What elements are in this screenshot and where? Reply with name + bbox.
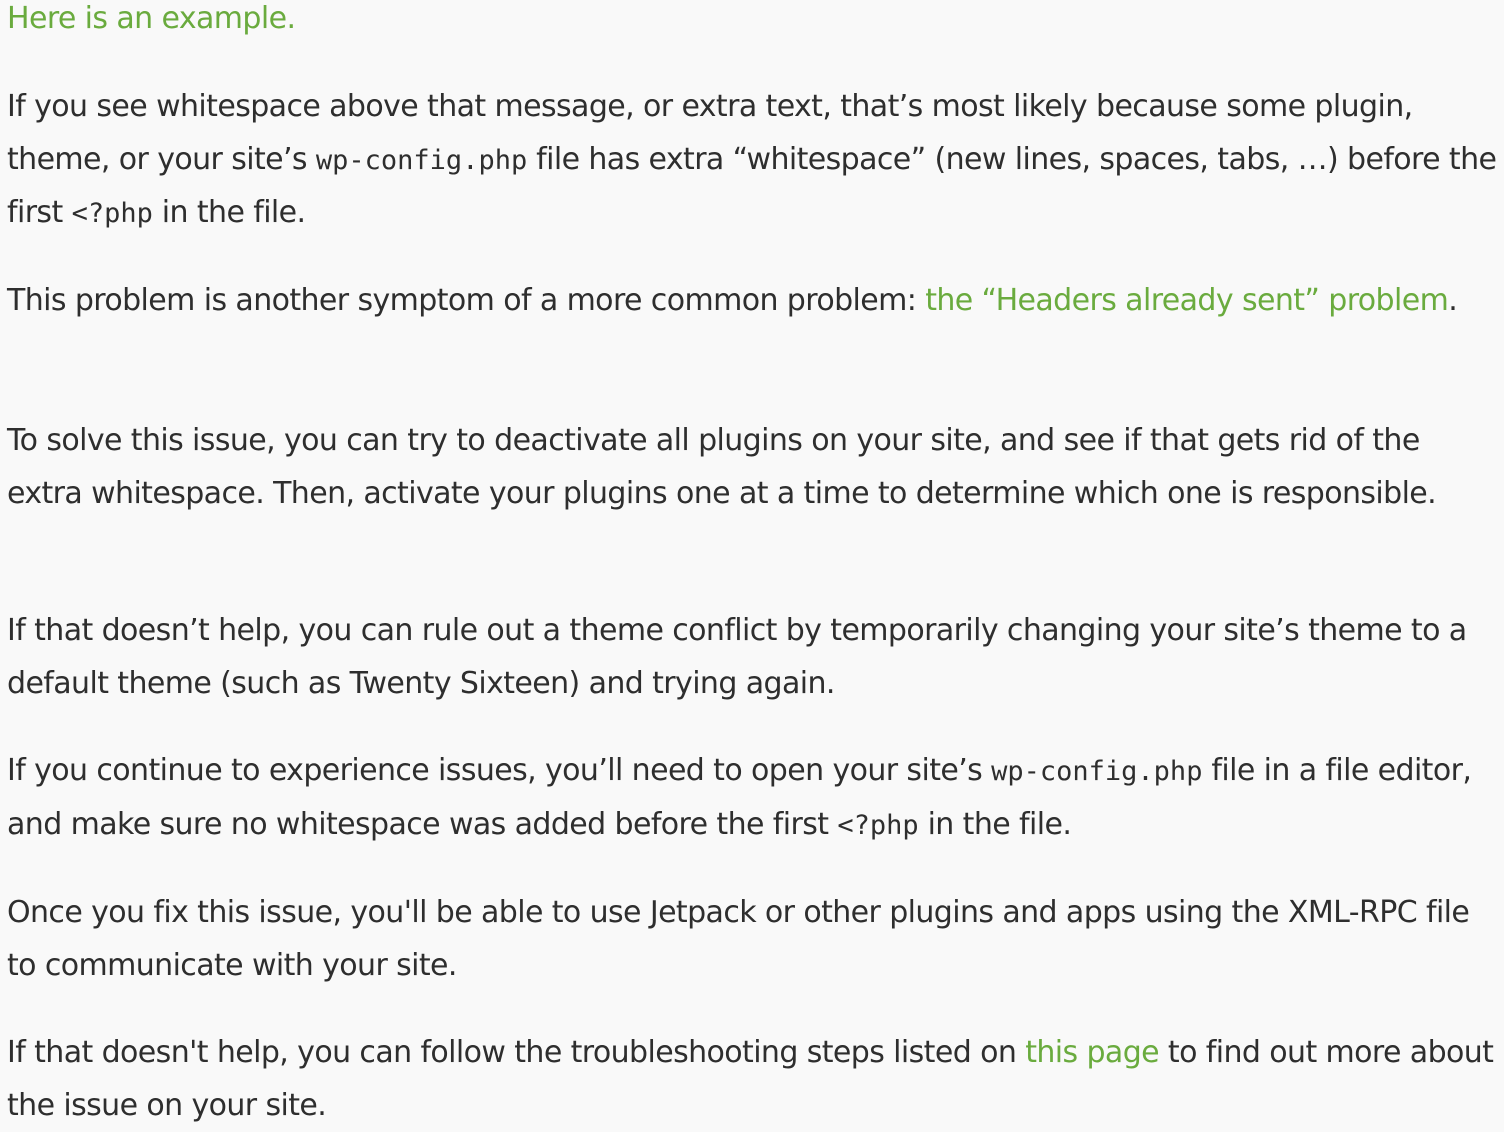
help-paragraph: If that doesn't help, you can follow the… xyxy=(7,1027,1501,1132)
whitespace-text-3: in the file. xyxy=(152,195,306,230)
headers-paragraph: This problem is another symptom of a mor… xyxy=(7,275,1458,328)
headers-text-1: This problem is another symptom of a mor… xyxy=(7,283,926,318)
this-page-link[interactable]: this page xyxy=(1025,1035,1159,1070)
wp-config-code: wp-config.php xyxy=(991,756,1203,787)
headers-already-sent-link[interactable]: the “Headers already sent” problem xyxy=(925,283,1449,318)
php-tag-code: <?php xyxy=(71,198,153,229)
whitespace-paragraph: If you see whitespace above that message… xyxy=(7,81,1501,241)
config-text-3: in the file. xyxy=(918,806,1072,842)
php-tag-code: <?php xyxy=(837,809,919,841)
config-text-1: If you continue to experience issues, yo… xyxy=(7,753,992,788)
example-paragraph: Here is an example. xyxy=(7,0,296,46)
config-paragraph: If you continue to experience issues, yo… xyxy=(7,745,1501,852)
headers-text-2: . xyxy=(1448,283,1458,318)
solve-paragraph: To solve this issue, you can try to deac… xyxy=(7,423,1437,511)
fix-paragraph: Once you fix this issue, you'll be able … xyxy=(7,895,1470,983)
wp-config-code: wp-config.php xyxy=(315,144,528,176)
help-text-1: If that doesn't help, you can follow the… xyxy=(7,1035,1026,1070)
example-link[interactable]: Here is an example. xyxy=(7,1,296,36)
theme-paragraph: If that doesn’t help, you can rule out a… xyxy=(7,613,1467,701)
